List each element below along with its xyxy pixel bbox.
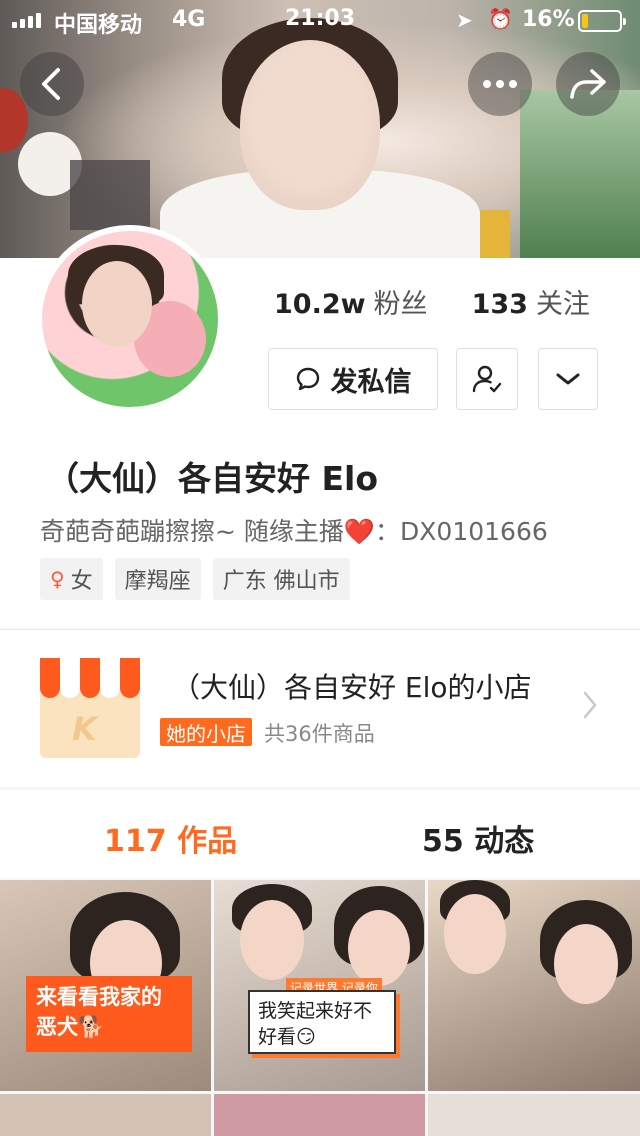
video-thumbnail[interactable] [428,880,640,1091]
tag-label: 广东 佛山市 [222,569,340,594]
profile-tabs: 117 作品 55 动态 [0,790,640,878]
tag-label: 女 [70,569,93,594]
bio-id: ：DX0101666 [375,517,548,546]
moments-count: 55 [422,824,464,859]
shop-badge: 她的小店 [160,718,252,746]
status-bar: 中国移动 4G 21:03 ➤ ⏰ 16% [0,0,640,40]
works-count: 117 [104,824,167,859]
banner-decoration [70,160,150,230]
chevron-right-icon [582,690,598,728]
followers-stat[interactable]: 10.2w 粉丝 [274,282,428,321]
tag-location: 广东 佛山市 [212,558,350,600]
tag-gender: ♀ 女 [40,558,103,600]
share-button[interactable] [556,52,620,116]
profile-banner: 中国移动 4G 21:03 ➤ ⏰ 16% [0,0,640,258]
more-dots-icon [483,80,517,88]
battery-icon [578,10,626,32]
shop-item-count: 共36件商品 [264,722,375,746]
shop-name: （大仙）各自安好 Elo的小店 [172,671,532,704]
battery-percent: 16% [522,7,575,32]
works-label: 作品 [177,824,238,859]
heart-icon: ❤️ [343,517,376,546]
share-icon [570,69,606,99]
video-caption: 我笑起来好不好看😏 [248,990,396,1054]
shop-logo: K [40,658,140,758]
female-icon: ♀ [50,567,65,591]
video-thumbnail[interactable] [0,1094,211,1136]
video-caption: 来看看我家的恶犬🐕 [26,976,192,1052]
tab-works[interactable]: 117 作品 [104,816,237,860]
profile-tags: ♀ 女 摩羯座 广东 佛山市 [40,558,350,600]
tag-label: 摩羯座 [124,569,191,594]
profile-stats: 10.2w 粉丝 133 关注 [274,282,590,321]
follow-button[interactable] [456,348,518,410]
video-thumbnail[interactable]: 来看看我家的恶犬🐕 [0,880,211,1091]
tag-zodiac: 摩羯座 [114,558,201,600]
moments-label: 动态 [474,824,535,859]
chat-bubble-icon [296,367,319,391]
expand-button[interactable] [538,348,598,410]
video-thumbnail[interactable] [214,1094,425,1136]
following-stat[interactable]: 133 关注 [472,282,590,321]
tab-moments[interactable]: 55 动态 [422,816,534,860]
user-check-icon [472,365,502,393]
bio-text: 奇葩奇葩蹦擦擦~ 随缘主播 [40,517,344,546]
location-icon: ➤ [456,8,473,32]
send-message-label: 发私信 [330,366,412,398]
profile-bio: 奇葩奇葩蹦擦擦~ 随缘主播❤️：DX0101666 [40,512,548,548]
shop-row[interactable]: K （大仙）各自安好 Elo的小店 她的小店 共36件商品 [0,629,640,787]
video-thumbnail[interactable] [428,1094,640,1136]
followers-label: 粉丝 [373,289,428,320]
banner-person [240,40,380,210]
video-grid: 来看看我家的恶犬🐕 记录世界 记录你 我笑起来好不好看😏 [0,880,640,1136]
avatar[interactable] [36,225,224,413]
more-button[interactable] [468,52,532,116]
followers-count: 10.2w [274,289,366,320]
send-message-button[interactable]: 发私信 [268,348,438,410]
shop-logo-letter: K [72,710,97,748]
alarm-icon: ⏰ [488,7,513,31]
video-thumbnail[interactable]: 记录世界 记录你 我笑起来好不好看😏 [214,880,425,1091]
chevron-down-icon [556,373,580,385]
chevron-left-icon [42,68,60,100]
following-count: 133 [471,289,528,320]
following-label: 关注 [535,289,590,320]
back-button[interactable] [20,52,84,116]
profile-name: （大仙）各自安好 Elo [46,459,379,498]
